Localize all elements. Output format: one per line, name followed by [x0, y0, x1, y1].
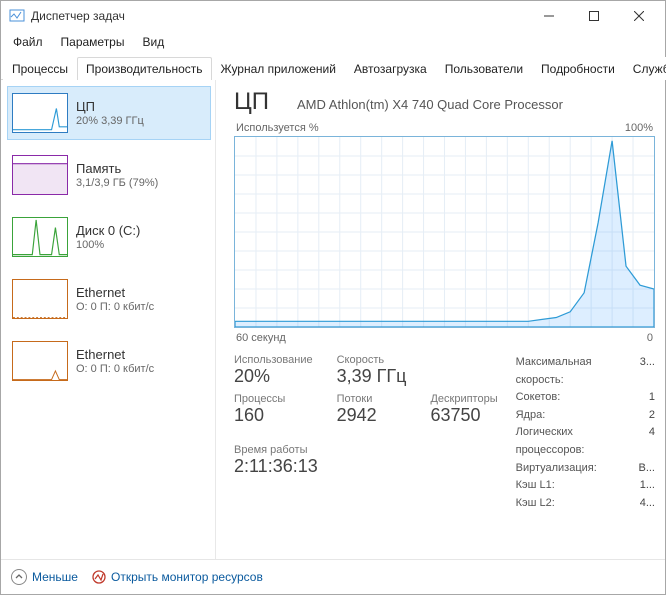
chart-bottom-right-label: 0	[647, 332, 653, 344]
cpu-usage-chart	[234, 136, 655, 328]
sidebar-disk-sub: 100%	[76, 239, 140, 251]
app-icon	[9, 8, 25, 24]
tab-users[interactable]: Пользователи	[436, 57, 532, 80]
fewer-details-button[interactable]: Меньше	[11, 569, 78, 585]
minimize-button[interactable]	[526, 1, 571, 31]
title-bar[interactable]: Диспетчер задач	[1, 1, 665, 31]
chart-bottom-left-label: 60 секунд	[236, 332, 286, 344]
cores-key: Ядра:	[516, 407, 546, 425]
maxspeed-key: Максимальная скорость:	[516, 354, 637, 389]
disk-thumb-icon	[12, 217, 68, 257]
fewer-details-label: Меньше	[32, 570, 78, 584]
menu-file[interactable]: Файл	[5, 33, 51, 51]
sidebar-eth1-title: Ethernet	[76, 347, 154, 362]
cpu-detail-list: Максимальная скорость:3... Сокетов: 1 Ядр…	[516, 354, 655, 512]
maxspeed-val: 3...	[637, 354, 655, 389]
l2-key: Кэш L2:	[516, 495, 555, 513]
thread-value: 2942	[337, 405, 407, 426]
content-area: ЦП 20% 3,39 ГГц Память 3,1/3,9 ГБ (79%)	[1, 80, 665, 559]
sidebar-item-memory[interactable]: Память 3,1/3,9 ГБ (79%)	[7, 148, 211, 202]
sidebar-cpu-sub: 20% 3,39 ГГц	[76, 115, 144, 127]
task-manager-window: Диспетчер задач Файл Параметры Вид Проце…	[0, 0, 666, 595]
cpu-thumb-icon	[12, 93, 68, 133]
virt-key: Виртуализация:	[516, 460, 597, 478]
sidebar-disk-title: Диск 0 (C:)	[76, 223, 140, 238]
l1-key: Кэш L1:	[516, 477, 555, 495]
chart-top-right-label: 100%	[625, 122, 653, 134]
cpu-model-label: AMD Athlon(tm) X4 740 Quad Core Processo…	[297, 97, 563, 112]
tab-startup[interactable]: Автозагрузка	[345, 57, 436, 80]
cores-val: 2	[637, 407, 655, 425]
menu-view[interactable]: Вид	[134, 33, 172, 51]
sockets-key: Сокетов:	[516, 389, 561, 407]
sidebar-eth0-title: Ethernet	[76, 285, 154, 300]
tab-strip: Процессы Производительность Журнал прило…	[1, 55, 665, 80]
logical-val: 4	[637, 424, 655, 459]
sidebar-eth1-sub: О: 0 П: 0 кбит/с	[76, 363, 154, 375]
chart-top-left-label: Используется %	[236, 122, 319, 134]
footer-bar: Меньше Открыть монитор ресурсов	[1, 559, 665, 594]
tab-services[interactable]: Службы	[624, 57, 666, 80]
handle-value: 63750	[430, 405, 497, 426]
util-label: Использование	[234, 354, 313, 366]
sidebar-item-ethernet-0[interactable]: Ethernet О: 0 П: 0 кбит/с	[7, 272, 211, 326]
main-panel: ЦП AMD Athlon(tm) X4 740 Quad Core Proce…	[216, 80, 665, 559]
chevron-up-icon	[11, 569, 27, 585]
ethernet-thumb-icon	[12, 341, 68, 381]
window-title: Диспетчер задач	[31, 9, 125, 23]
l1-val: 1...	[637, 477, 655, 495]
sockets-val: 1	[637, 389, 655, 407]
open-resource-monitor-label: Открыть монитор ресурсов	[111, 570, 263, 584]
page-title: ЦП	[234, 88, 269, 116]
tab-processes[interactable]: Процессы	[3, 57, 77, 80]
menu-bar: Файл Параметры Вид	[1, 31, 665, 53]
sidebar-item-disk[interactable]: Диск 0 (C:) 100%	[7, 210, 211, 264]
sidebar-memory-sub: 3,1/3,9 ГБ (79%)	[76, 177, 158, 189]
handle-label: Дескрипторы	[430, 393, 497, 405]
proc-value: 160	[234, 405, 313, 426]
sidebar: ЦП 20% 3,39 ГГц Память 3,1/3,9 ГБ (79%)	[1, 80, 216, 559]
tab-details[interactable]: Подробности	[532, 57, 624, 80]
resource-monitor-icon	[92, 570, 106, 584]
sidebar-memory-title: Память	[76, 161, 158, 176]
close-button[interactable]	[616, 1, 661, 31]
memory-thumb-icon	[12, 155, 68, 195]
tab-apphistory[interactable]: Журнал приложений	[212, 57, 345, 80]
proc-label: Процессы	[234, 393, 313, 405]
l2-val: 4...	[637, 495, 655, 513]
util-value: 20%	[234, 366, 313, 387]
uptime-label: Время работы	[234, 444, 498, 456]
ethernet-thumb-icon	[12, 279, 68, 319]
sidebar-cpu-title: ЦП	[76, 99, 144, 114]
stats-area: Использование 20% Скорость 3,39 ГГц Проц…	[234, 354, 655, 512]
sidebar-item-cpu[interactable]: ЦП 20% 3,39 ГГц	[7, 86, 211, 140]
tab-performance[interactable]: Производительность	[77, 57, 211, 80]
thread-label: Потоки	[337, 393, 407, 405]
virt-val: В...	[637, 460, 655, 478]
sidebar-item-ethernet-1[interactable]: Ethernet О: 0 П: 0 кбит/с	[7, 334, 211, 388]
speed-label: Скорость	[337, 354, 407, 366]
maximize-button[interactable]	[571, 1, 616, 31]
sidebar-eth0-sub: О: 0 П: 0 кбит/с	[76, 301, 154, 313]
logical-key: Логических процессоров:	[516, 424, 637, 459]
menu-options[interactable]: Параметры	[53, 33, 133, 51]
speed-value: 3,39 ГГц	[337, 366, 407, 387]
open-resource-monitor-link[interactable]: Открыть монитор ресурсов	[92, 570, 263, 584]
uptime-value: 2:11:36:13	[234, 456, 498, 477]
